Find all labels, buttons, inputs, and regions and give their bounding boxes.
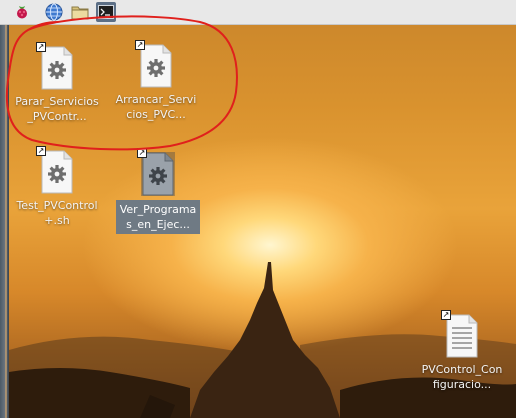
- script-file-icon: ↗: [137, 148, 175, 196]
- icon-label: Test_PVControl+.sh: [16, 199, 98, 227]
- shortcut-arrow-icon: ↗: [36, 146, 46, 156]
- raspberry-menu-icon[interactable]: [12, 2, 32, 22]
- icon-label: Parar_Servicios_PVContr...: [15, 95, 99, 123]
- desktop-icon-pvcontrol-config[interactable]: ↗ PVControl_Configuracio...: [420, 310, 504, 392]
- terminal-icon[interactable]: [96, 2, 116, 22]
- web-browser-icon[interactable]: [44, 2, 64, 22]
- icon-label: Arrancar_Servicios_PVC...: [115, 93, 197, 121]
- shortcut-arrow-icon: ↗: [441, 310, 451, 320]
- window-edge: [0, 24, 9, 418]
- desktop-icon-test-pvcontrol[interactable]: ↗ Test_PVControl+.sh: [15, 146, 99, 228]
- desktop-icon-parar-servicios[interactable]: ↗ Parar_Servicios_PVContr...: [15, 42, 99, 124]
- icon-label: PVControl_Configuracio...: [421, 363, 503, 391]
- desktop-icon-ver-programas[interactable]: ↗ Ver_Programas_en_Ejec...: [116, 148, 200, 234]
- script-file-icon: ↗: [135, 40, 173, 88]
- icon-label: Ver_Programas_en_Ejec...: [116, 200, 200, 234]
- script-file-icon: ↗: [36, 146, 74, 194]
- shortcut-arrow-icon: ↗: [137, 148, 147, 158]
- desktop-icon-arrancar-servicios[interactable]: ↗ Arrancar_Servicios_PVC...: [114, 40, 198, 122]
- script-file-icon: ↗: [36, 42, 74, 90]
- shortcut-arrow-icon: ↗: [135, 40, 145, 50]
- file-manager-icon[interactable]: [70, 2, 90, 22]
- shortcut-arrow-icon: ↗: [36, 42, 46, 52]
- text-file-icon: ↗: [441, 310, 479, 358]
- taskbar: [0, 0, 516, 25]
